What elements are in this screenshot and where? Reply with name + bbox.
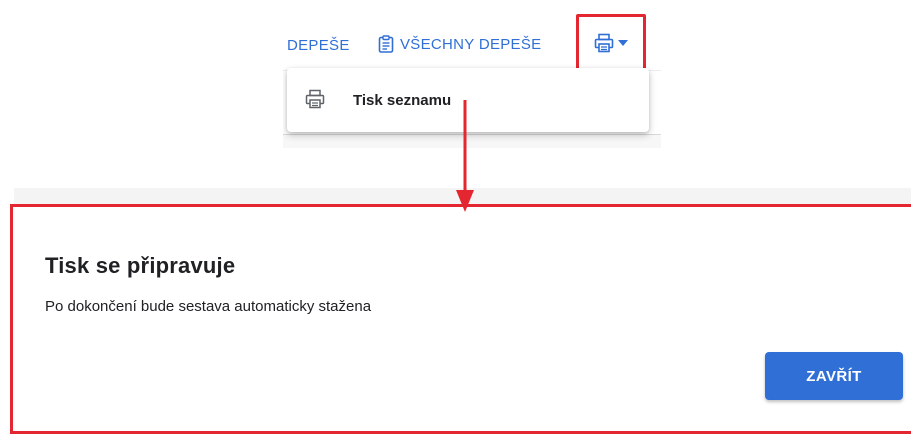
menu-item-print-list[interactable]: Tisk seznamu bbox=[287, 68, 649, 132]
all-depese-label: VŠECHNY DEPEŠE bbox=[400, 35, 542, 53]
dialog-title: Tisk se připravuje bbox=[45, 253, 236, 278]
clipboard-icon bbox=[378, 35, 394, 53]
table-header-strip bbox=[283, 134, 661, 148]
toolbar: DEPEŠE VŠECHNY DEPEŠE bbox=[283, 8, 661, 72]
print-menu-button[interactable] bbox=[576, 14, 646, 72]
menu-item-label: Tisk seznamu bbox=[353, 92, 452, 109]
printer-icon bbox=[594, 33, 614, 53]
all-depese-link[interactable]: VŠECHNY DEPEŠE bbox=[378, 35, 541, 53]
print-dropdown-menu: Tisk seznamu bbox=[287, 68, 649, 132]
toolbar-crop: DEPEŠE VŠECHNY DEPEŠE Tisk seznamu bbox=[283, 8, 661, 148]
caret-down-icon bbox=[618, 40, 628, 46]
depese-link[interactable]: DEPEŠE bbox=[287, 37, 350, 54]
dialog-message: Po dokončení bude sestava automaticky st… bbox=[45, 298, 372, 315]
close-button[interactable]: ZAVŘÍT bbox=[765, 352, 903, 400]
print-dialog: Tisk se připravuje Po dokončení bude ses… bbox=[10, 204, 911, 434]
printer-icon bbox=[305, 89, 325, 109]
